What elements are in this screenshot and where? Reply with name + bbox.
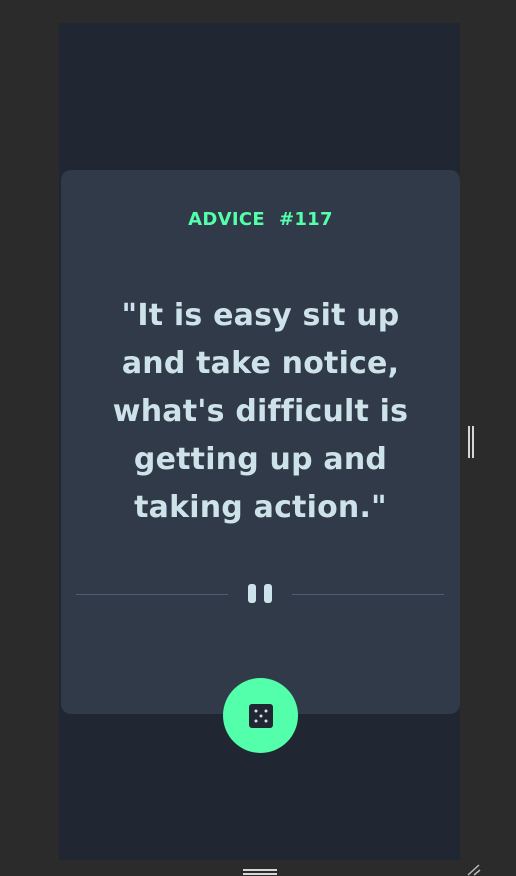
side-resize-handle[interactable] <box>467 426 475 458</box>
advice-label: ADVICE <box>188 209 265 230</box>
resize-grip-icon[interactable] <box>462 862 482 876</box>
divider-line-right <box>292 594 444 595</box>
advice-card: ADVICE #117 "It is easy sit up and take n… <box>61 170 460 714</box>
generate-advice-button[interactable] <box>223 678 298 753</box>
pause-icon <box>247 584 275 604</box>
bottom-resize-handle[interactable] <box>243 868 277 876</box>
advice-id-value: #117 <box>278 209 333 230</box>
advice-number: ADVICE #117 <box>61 210 460 230</box>
dice-icon <box>249 704 273 728</box>
advice-quote: "It is easy sit up and take notice, what… <box>112 298 409 525</box>
divider-line-left <box>76 594 228 595</box>
pattern-divider <box>76 580 444 604</box>
